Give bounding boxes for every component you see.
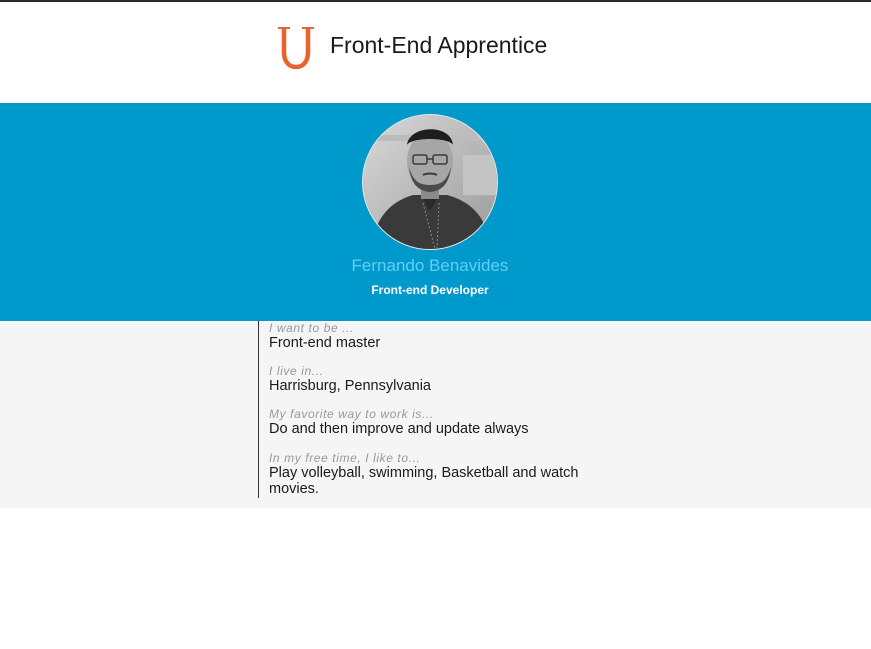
udacity-u-logo-icon [278,27,314,70]
detail-label: I want to be ... [269,321,354,335]
profile-name: Fernando Benavides [351,256,509,275]
page-title: Front-End Apprentice [330,32,548,58]
site-header: Front-End Apprentice [0,2,871,103]
detail-work-style: My favorite way to work is... Do and the… [269,407,589,437]
detail-goal: I want to be ... Front-end master [269,321,589,351]
detail-label: My favorite way to work is... [269,407,434,421]
profile-avatar [362,114,498,250]
profile-banner: Fernando Benavides Front-end Developer [0,103,871,321]
detail-value: Harrisburg, Pennsylvania [269,378,431,394]
detail-value: Do and then improve and update always [269,421,529,437]
detail-label: In my free time, I like to... [269,451,421,465]
detail-location: I live in... Harrisburg, Pennsylvania [269,364,589,394]
detail-value: Play volleyball, swimming, Basketball an… [269,465,579,497]
profile-role: Front-end Developer [371,283,489,297]
detail-label: I live in... [269,364,324,378]
profile-details: I want to be ... Front-end master I live… [0,321,871,508]
details-divider [258,321,259,498]
detail-value: Front-end master [269,335,381,351]
profile-photo [363,115,497,249]
detail-hobbies: In my free time, I like to... Play volle… [269,451,589,497]
